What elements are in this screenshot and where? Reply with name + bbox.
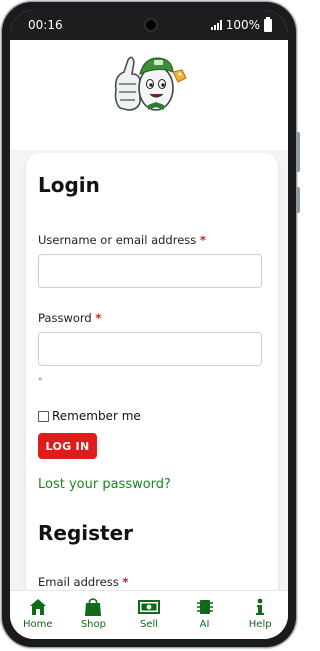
phone-frame: 00:16 100% Login Username or email addre… [2, 2, 300, 647]
nav-shop[interactable]: Shop [66, 591, 120, 630]
nav-shop-label: Shop [80, 619, 106, 630]
email-label: Email address * [38, 575, 128, 589]
username-input[interactable] [38, 254, 262, 288]
username-label: Username or email address * [38, 233, 206, 247]
nav-home-label: Home [23, 619, 53, 630]
mascot-logo-icon[interactable] [110, 50, 190, 120]
remember-checkbox[interactable] [38, 410, 49, 422]
login-card: Login Username or email address * Passwo… [26, 153, 278, 633]
nav-sell-label: Sell [139, 619, 159, 630]
screen: 00:16 100% Login Username or email addre… [10, 10, 288, 639]
power-button [296, 187, 300, 213]
login-button[interactable]: LOG IN [38, 433, 97, 459]
front-camera [146, 20, 156, 30]
nav-ai[interactable]: AI [178, 591, 232, 630]
status-indicators: 100% [210, 16, 272, 32]
login-title: Login [38, 173, 100, 197]
volume-button [296, 132, 300, 172]
nav-help-label: Help [248, 619, 272, 630]
signal-icon [210, 20, 222, 30]
nav-home[interactable]: Home [11, 591, 65, 630]
password-label: Password * [38, 311, 101, 325]
password-label-text: Password [38, 311, 92, 325]
required-mark: * [122, 575, 129, 589]
bottom-navigation: Home Shop Sell AI Help [10, 590, 288, 639]
required-mark: * [95, 311, 102, 325]
status-bar: 00:16 100% [10, 10, 288, 40]
username-label-text: Username or email address [38, 233, 197, 247]
password-input[interactable] [38, 332, 262, 366]
lost-password-link[interactable]: Lost your password? [38, 477, 171, 492]
header-logo-area [10, 40, 288, 150]
remember-label: Remember me [52, 409, 141, 423]
shopping-bag-icon [84, 597, 102, 617]
password-hint: ° [38, 377, 43, 387]
nav-ai-label: AI [199, 619, 210, 630]
email-label-text: Email address [38, 575, 119, 589]
register-title: Register [38, 521, 134, 545]
remember-me[interactable]: Remember me [38, 409, 141, 423]
home-icon [29, 597, 47, 617]
battery-icon [264, 16, 272, 32]
chip-icon [196, 597, 214, 617]
money-icon [137, 597, 160, 617]
battery-percent: 100% [225, 18, 260, 32]
nav-help[interactable]: Help [233, 591, 287, 630]
status-time: 00:16 [28, 18, 63, 32]
nav-sell[interactable]: Sell [122, 591, 176, 630]
required-mark: * [199, 233, 206, 247]
info-icon [255, 597, 265, 617]
